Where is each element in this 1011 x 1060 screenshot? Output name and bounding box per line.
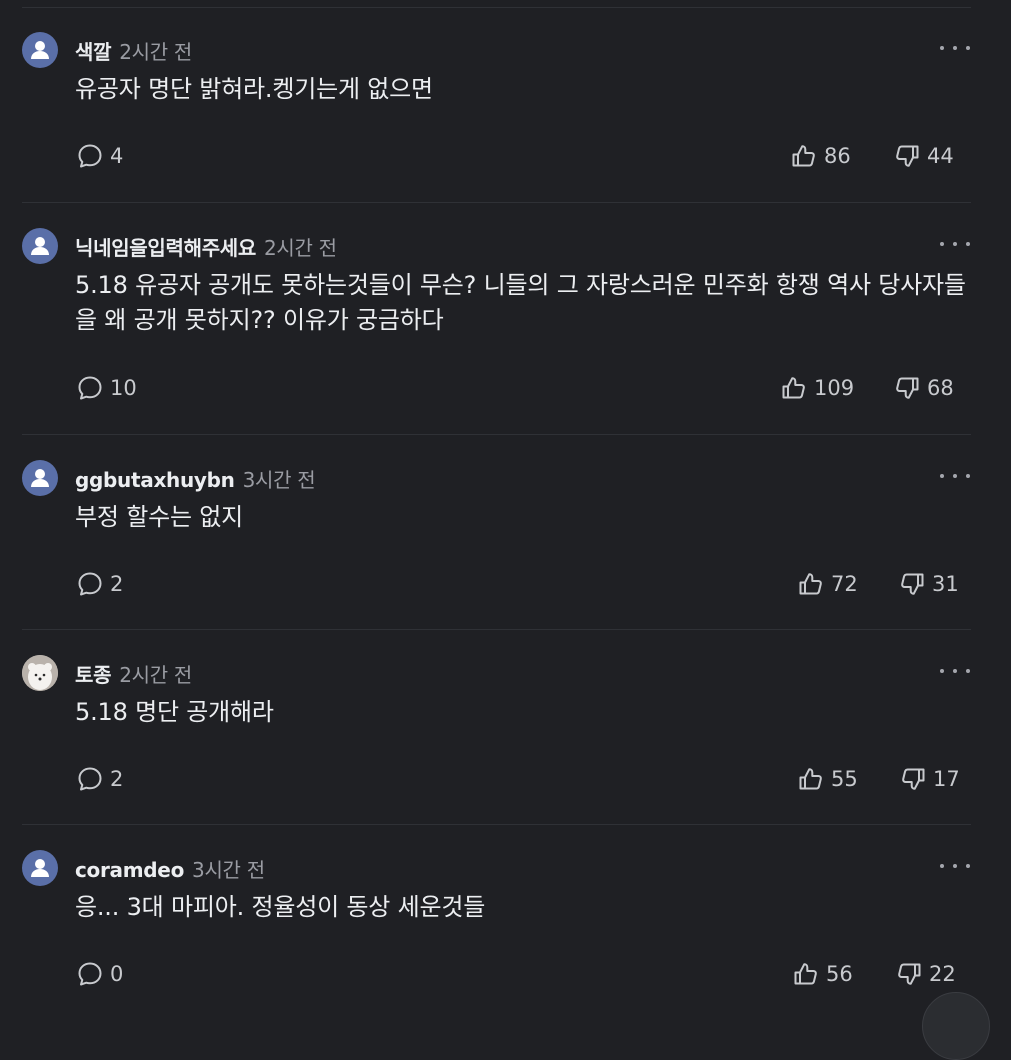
- reply-count: 0: [110, 962, 124, 986]
- speech-bubble-icon: [76, 374, 104, 402]
- default-avatar-icon[interactable]: [22, 228, 58, 264]
- default-avatar-icon[interactable]: [22, 460, 58, 496]
- divider: [22, 7, 971, 8]
- like-button[interactable]: 56: [792, 960, 853, 988]
- reply-button[interactable]: 0: [76, 960, 123, 988]
- photo-avatar-icon[interactable]: [22, 655, 58, 691]
- default-avatar-icon[interactable]: [22, 32, 58, 68]
- more-options-icon[interactable]: [940, 665, 970, 677]
- thumbs-down-icon: [899, 765, 927, 793]
- like-button[interactable]: 72: [797, 570, 858, 598]
- thumbs-up-icon: [797, 765, 825, 793]
- thumbs-down-icon: [898, 570, 926, 598]
- dislike-count: 44: [927, 144, 954, 168]
- dislike-button[interactable]: 22: [895, 960, 956, 988]
- like-button[interactable]: 55: [797, 765, 858, 793]
- dislike-button[interactable]: 68: [893, 374, 954, 402]
- speech-bubble-icon: [76, 765, 104, 793]
- dislike-count: 68: [927, 376, 954, 400]
- reply-count: 2: [110, 572, 124, 596]
- like-count: 55: [831, 767, 858, 791]
- thumbs-up-icon: [790, 142, 818, 170]
- comment-author[interactable]: 토종 2시간 전: [75, 659, 192, 688]
- thumbs-down-icon: [893, 374, 921, 402]
- reply-button[interactable]: 2: [76, 570, 123, 598]
- comment-time: 2시간 전: [119, 663, 192, 687]
- comment-text: 유공자 명단 밝혀라.켕기는게 없으면: [75, 75, 433, 103]
- comment-time: 3시간 전: [192, 858, 265, 882]
- comment-author[interactable]: 색깔 2시간 전: [75, 36, 192, 65]
- thumbs-down-icon: [895, 960, 923, 988]
- more-options-icon[interactable]: [940, 860, 970, 872]
- reply-button[interactable]: 10: [76, 374, 137, 402]
- like-count: 86: [824, 144, 851, 168]
- speech-bubble-icon: [76, 570, 104, 598]
- thumbs-down-icon: [893, 142, 921, 170]
- dislike-count: 22: [929, 962, 956, 986]
- like-count: 56: [826, 962, 853, 986]
- divider: [22, 202, 971, 203]
- comment-time: 2시간 전: [119, 40, 192, 64]
- comment-author[interactable]: ggbutaxhuybn 3시간 전: [75, 464, 316, 493]
- comment-text: 5.18 유공자 공개도 못하는것들이 무슨? 니들의 그 자랑스러운 민주화 …: [75, 271, 966, 334]
- divider: [22, 629, 971, 630]
- comment-author[interactable]: 닉네임을입력해주세요 2시간 전: [75, 232, 337, 261]
- reply-count: 2: [110, 767, 124, 791]
- thumbs-up-icon: [797, 570, 825, 598]
- like-button[interactable]: 86: [790, 142, 851, 170]
- dislike-button[interactable]: 31: [898, 570, 959, 598]
- dislike-button[interactable]: 44: [893, 142, 954, 170]
- comment-text: 응... 3대 마피아. 정율성이 동상 세운것들: [75, 893, 486, 921]
- divider: [22, 434, 971, 435]
- thumbs-up-icon: [780, 374, 808, 402]
- reply-button[interactable]: 4: [76, 142, 123, 170]
- like-count: 72: [831, 572, 858, 596]
- dislike-count: 31: [932, 572, 959, 596]
- thumbs-up-icon: [792, 960, 820, 988]
- speech-bubble-icon: [76, 960, 104, 988]
- reply-count: 10: [110, 376, 137, 400]
- like-button[interactable]: 109: [780, 374, 854, 402]
- more-options-icon[interactable]: [940, 238, 970, 250]
- speech-bubble-icon: [76, 142, 104, 170]
- default-avatar-icon[interactable]: [22, 850, 58, 886]
- comment-time: 2시간 전: [264, 236, 337, 260]
- comment-author[interactable]: coramdeo 3시간 전: [75, 854, 265, 883]
- more-options-icon[interactable]: [940, 42, 970, 54]
- scroll-top-button[interactable]: [922, 992, 990, 1060]
- more-options-icon[interactable]: [940, 470, 970, 482]
- comment-text: 부정 할수는 없지: [75, 503, 244, 531]
- reply-count: 4: [110, 144, 124, 168]
- like-count: 109: [814, 376, 855, 400]
- divider: [22, 824, 971, 825]
- comment-text: 5.18 명단 공개해라: [75, 698, 274, 726]
- dislike-count: 17: [933, 767, 960, 791]
- comment-time: 3시간 전: [242, 468, 316, 492]
- reply-button[interactable]: 2: [76, 765, 123, 793]
- dislike-button[interactable]: 17: [899, 765, 960, 793]
